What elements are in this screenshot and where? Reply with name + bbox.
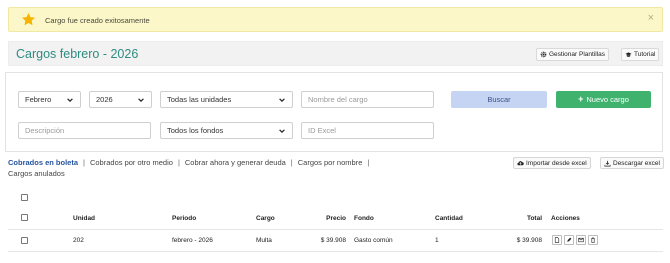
manage-templates-button[interactable]: Gestionar Plantillas	[536, 48, 609, 61]
column-header-cargo: Cargo	[256, 215, 275, 222]
alert-message: Cargo fue creado exitosamente	[45, 16, 150, 25]
description-placeholder: Descripción	[25, 126, 65, 135]
cell-precio: $ 39.908	[320, 237, 346, 244]
success-alert: Cargo fue creado exitosamente ×	[8, 7, 663, 32]
tab-cargos-anulados[interactable]: Cargos anulados	[8, 169, 65, 178]
cargo-name-input[interactable]: Nombre del cargo	[301, 91, 434, 108]
tab-cobrados-por-otro-medio[interactable]: Cobrados por otro medio	[90, 158, 173, 167]
graduation-cap-icon	[625, 52, 632, 57]
month-value: Febrero	[25, 95, 52, 104]
view-document-button[interactable]	[552, 235, 562, 245]
tab-cobrados-en-boleta[interactable]: Cobrados en boleta	[8, 158, 78, 167]
search-button[interactable]: Buscar	[451, 91, 547, 108]
year-select[interactable]: 2026	[89, 91, 152, 108]
download-excel-label: Descargar excel	[613, 159, 660, 167]
tab-cargos-por-nombre[interactable]: Cargos por nombre	[298, 158, 363, 167]
new-cargo-label: Nuevo cargo	[586, 95, 629, 104]
plus-icon: +	[578, 94, 584, 104]
download-excel-button[interactable]: Descargar excel	[600, 157, 664, 169]
month-select[interactable]: Febrero	[18, 91, 81, 108]
column-header-unidad: Unidad	[73, 215, 96, 222]
table-header-divider	[8, 229, 663, 230]
star-icon	[22, 12, 35, 26]
import-excel-button[interactable]: Importar desde excel	[513, 157, 591, 169]
download-icon	[604, 160, 611, 166]
column-header-fondo: Fondo	[354, 215, 374, 222]
filter-panel	[5, 72, 663, 152]
excel-id-placeholder: ID Excel	[308, 126, 336, 135]
chevron-down-icon	[138, 98, 144, 103]
funds-value: Todos los fondos	[167, 126, 224, 135]
cell-unidad: 202	[73, 237, 84, 244]
gear-icon	[540, 51, 547, 58]
page-header: Cargos febrero - 2026 Gestionar Plantill…	[8, 41, 663, 66]
chevron-down-icon	[279, 129, 285, 134]
row-checkbox[interactable]	[21, 237, 28, 244]
tab-cobrar-ahora[interactable]: Cobrar ahora y generar deuda	[185, 158, 286, 167]
header-checkbox[interactable]	[21, 214, 28, 221]
cell-periodo: febrero - 2026	[172, 237, 213, 244]
envelope-icon	[578, 237, 584, 243]
close-icon[interactable]: ×	[648, 13, 654, 24]
cargo-tabs: Cobrados en boleta | Cobrados por otro med…	[8, 158, 370, 178]
cell-fondo: Gasto común	[354, 237, 393, 244]
row-actions	[552, 235, 598, 245]
cell-cargo: Multa	[256, 237, 272, 244]
description-input[interactable]: Descripción	[18, 122, 151, 139]
trash-icon	[591, 237, 595, 243]
edit-button[interactable]	[564, 235, 574, 245]
units-value: Todas las unidades	[167, 95, 232, 104]
email-button[interactable]	[576, 235, 586, 245]
units-select[interactable]: Todas las unidades	[160, 91, 293, 108]
chevron-down-icon	[67, 98, 73, 103]
column-header-cantidad: Cantidad	[435, 215, 463, 222]
column-header-precio: Precio	[326, 215, 346, 222]
year-value: 2026	[96, 95, 113, 104]
import-excel-label: Importar desde excel	[526, 159, 587, 167]
chevron-down-icon	[279, 98, 285, 103]
search-button-label: Buscar	[487, 95, 511, 104]
column-header-acciones: Acciones	[551, 215, 580, 222]
cloud-upload-icon	[517, 160, 524, 165]
cargo-name-placeholder: Nombre del cargo	[308, 95, 368, 104]
column-header-total: Total	[526, 215, 542, 222]
delete-button[interactable]	[588, 235, 598, 245]
column-header-periodo: Periodo	[172, 215, 197, 222]
cell-cantidad: 1	[435, 237, 439, 244]
tutorial-label: Tutorial	[634, 51, 656, 58]
pencil-icon	[567, 237, 572, 242]
document-icon	[554, 237, 560, 243]
funds-select[interactable]: Todos los fondos	[160, 122, 293, 139]
new-cargo-button[interactable]: + Nuevo cargo	[556, 91, 651, 108]
table-row-divider	[8, 251, 663, 252]
page-title: Cargos febrero - 2026	[16, 47, 139, 61]
excel-id-input[interactable]: ID Excel	[301, 122, 434, 139]
manage-templates-label: Gestionar Plantillas	[549, 51, 605, 58]
tutorial-button[interactable]: Tutorial	[621, 48, 660, 61]
cell-total: $ 39.908	[516, 237, 542, 244]
select-all-checkbox[interactable]	[21, 194, 28, 201]
